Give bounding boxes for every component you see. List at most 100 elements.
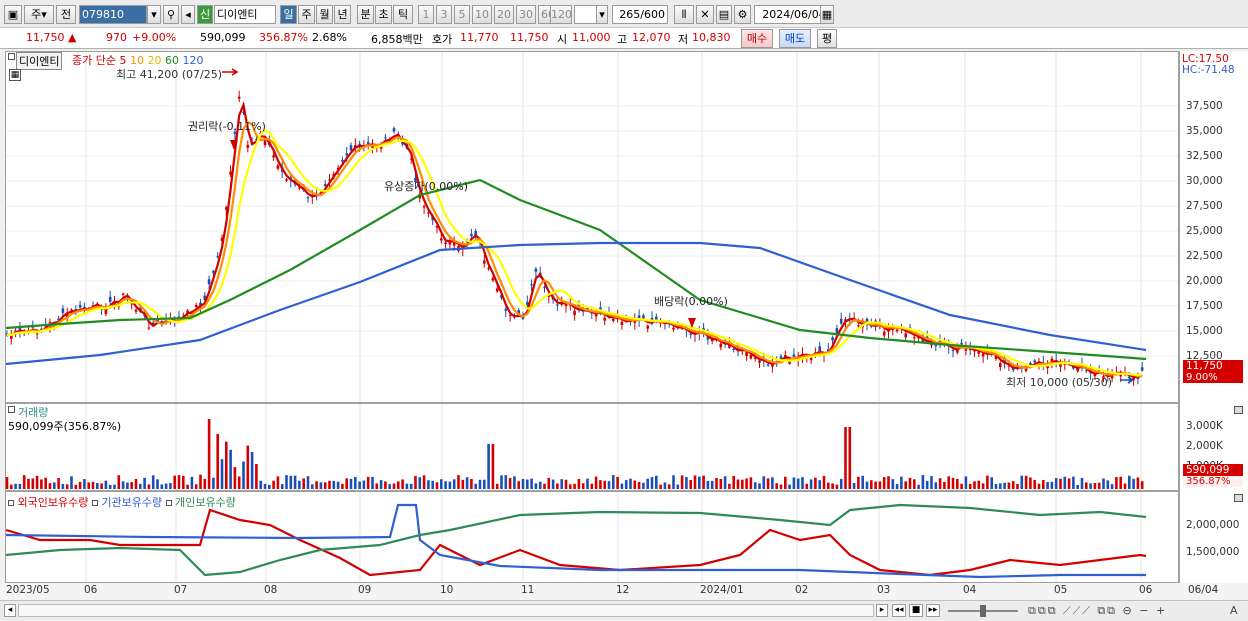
volume-bar [435,482,439,489]
candle-body [603,317,606,321]
volume-bar [190,476,194,489]
volume-bar [715,478,718,489]
volume-bar [1110,484,1114,489]
x-tick: 02 [795,584,809,596]
close-panel-icon[interactable] [1234,406,1243,414]
volume-bar [35,475,39,489]
candle-body [121,293,125,295]
volume-bar [1059,478,1062,489]
volume-bar [702,475,705,489]
volume-bar [14,483,17,489]
volume-bar [835,484,839,489]
capital-increase-annotation: 유상증자(0.00%) [384,180,469,193]
volume-bar [964,476,968,489]
collapse-icon[interactable] [8,500,14,506]
volume-bar [1063,476,1067,489]
volume-bar [513,476,516,489]
volume-bar [74,484,78,489]
scroll-left-icon[interactable]: ◂ [4,604,16,617]
candle-body [384,137,387,139]
volume-bar [10,484,13,489]
rights-annotation: 권리락(-0.11%) [188,120,266,133]
candle-body [758,360,761,363]
y-tick: 32,500 [1186,150,1223,162]
volume-bar [220,459,224,489]
volume-bar [83,479,86,489]
volume-bar [302,478,305,489]
candle-body [263,140,267,146]
zoom-slider-handle[interactable] [980,605,986,617]
dividend-annotation: 배당락(0.00%) [654,295,728,308]
volume-bar [1050,481,1054,489]
volume-bar [186,484,189,489]
volume-bar [263,483,267,489]
volume-bar [1072,476,1075,489]
volume-bar [418,477,422,489]
drawing-tools[interactable]: ⧉⧉⧉ ⟋⟋⟋ ⧉⧉ ⊖ − + [1028,604,1167,618]
collapse-icon[interactable] [8,406,15,413]
volume-bar [48,483,52,489]
candle-body [719,343,723,348]
y-tick: 25,000 [1186,225,1223,237]
volume-bar [104,480,108,489]
grid-icon[interactable]: ▦ [9,69,21,81]
volume-bar [732,475,735,489]
volume-bar [581,483,585,489]
volume-bar [921,475,925,489]
volume-bar [53,482,56,489]
forward-icon[interactable]: ▸▸ [926,604,940,617]
candle-body [366,142,370,145]
x-tick: 2024/01 [700,584,744,596]
volume-bar [422,475,426,489]
font-size-icon[interactable]: A [1230,604,1238,617]
volume-bar [470,479,473,489]
volume-bar [685,477,688,489]
stop-icon[interactable]: ■ [909,604,923,617]
volume-tag: 590,099 [1183,464,1243,476]
y-tick: 30,000 [1186,175,1223,187]
foreign-holdings-line [5,508,1147,577]
volume-bar [857,476,860,489]
volume-bar [736,479,740,489]
candle-body [392,128,396,132]
volume-bar [642,482,645,489]
volume-bar [887,476,890,489]
volume-bar [126,482,129,489]
volume-bar [100,483,103,489]
candle-body [612,318,615,321]
ma5-line [6,101,1143,379]
retail-holdings-line [5,503,1147,577]
scroll-right-icon[interactable]: ▸ [876,604,888,617]
x-right-label: 06/04 [1188,584,1219,596]
candle-body [534,268,538,272]
volume-bar [414,475,417,489]
volume-bar [276,476,280,489]
volume-bar [646,478,649,489]
volume-bar [409,483,413,489]
volume-bar [543,483,546,489]
rewind-icon[interactable]: ◂◂ [892,604,906,617]
volume-bar [745,478,748,489]
volume-bar [461,479,465,489]
close-panel-icon[interactable] [1234,494,1243,502]
volume-bar [392,483,396,489]
volume-bar [917,484,920,489]
volume-bar [564,479,568,489]
y-tick: 2,000,000 [1186,519,1240,531]
volume-bar [332,480,336,489]
volume-bar [306,476,310,489]
volume-bar [440,479,443,489]
volume-bar [526,479,529,489]
volume-bar [1037,483,1041,489]
volume-bar [672,475,675,489]
horizontal-scrollbar[interactable] [18,604,874,617]
candle-body [620,321,624,325]
x-tick: 09 [358,584,372,596]
volume-bar [1106,480,1110,489]
candle-body [831,337,834,341]
candle-body [422,206,426,208]
collapse-icon[interactable] [8,53,15,60]
volume-bar [457,475,460,489]
volume-bar [5,477,9,489]
volume-bar [848,427,852,489]
